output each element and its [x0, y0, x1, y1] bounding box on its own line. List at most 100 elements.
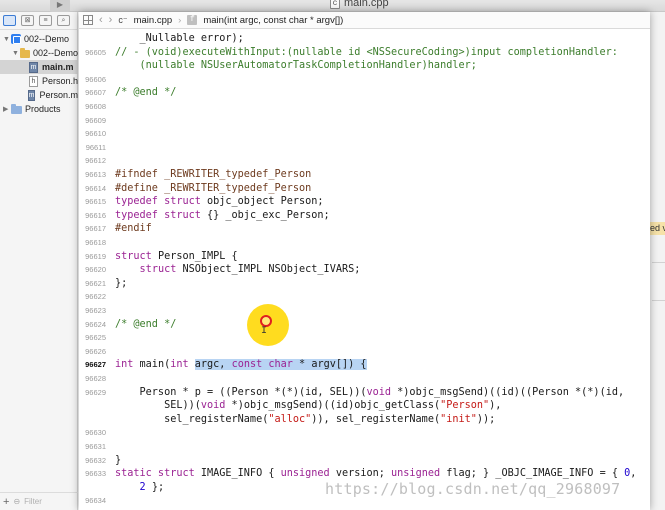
code-token: main( — [133, 359, 171, 371]
line-number: 96612 — [85, 156, 106, 166]
code-line[interactable]: 96619 struct Person_IMPL { — [79, 250, 650, 263]
background-window-edge — [650, 12, 665, 510]
code-keyword: unsigned — [391, 468, 441, 480]
code-line[interactable]: 96611 — [79, 141, 650, 154]
code-line[interactable]: 96614 #define _REWRITER_typedef_Person — [79, 182, 650, 195]
symbol-navigator-tab-icon[interactable]: ≡ — [39, 15, 52, 26]
code-text: int main(int argc, const char * argv[]) … — [115, 358, 367, 371]
code-line[interactable]: 96630 — [79, 426, 650, 439]
jump-bar-symbol[interactable]: main(int argc, const char * argv[]) — [203, 15, 343, 26]
code-line[interactable]: 96610 — [79, 127, 650, 140]
line-number: 96623 — [85, 306, 106, 315]
code-preprocessor: #endif — [115, 223, 152, 235]
navigator-item[interactable]: ▶ Products — [0, 102, 78, 116]
code-line[interactable]: 96615 typedef struct objc_object Person; — [79, 195, 650, 208]
code-line[interactable]: 96612 — [79, 154, 650, 167]
code-line[interactable]: 96626 — [79, 345, 650, 358]
disclosure-closed-icon[interactable]: ▶ — [3, 105, 11, 113]
code-text: static struct IMAGE_INFO { unsigned vers… — [115, 467, 636, 480]
navigator-item[interactable]: m Person.m — [0, 88, 78, 102]
code-string: "alloc" — [268, 413, 312, 425]
code-line[interactable]: 96613 #ifndef _REWRITER_typedef_Person — [79, 168, 650, 181]
code-token: {} _objc_exc_Person; — [200, 209, 330, 221]
code-text: 2 }; — [115, 481, 165, 494]
code-keyword: const char — [231, 359, 293, 371]
code-text: /* @end */ — [115, 318, 176, 331]
code-line[interactable]: 96607 /* @end */ — [79, 86, 650, 99]
line-number: 96630 — [85, 428, 106, 438]
code-line[interactable]: 96622 — [79, 290, 650, 303]
code-area[interactable]: _Nullable error); 96605 // - (void)execute… — [79, 30, 650, 510]
line-number: 96626 — [85, 346, 106, 356]
window-title-text: main.cpp — [344, 0, 389, 9]
navigator-item[interactable]: h Person.h — [0, 74, 78, 88]
code-line[interactable]: 96633 static struct IMAGE_INFO { unsigned… — [79, 467, 650, 480]
code-text: }; — [115, 277, 127, 290]
code-line[interactable]: 96606 — [79, 73, 650, 86]
code-keyword: static struct — [115, 468, 195, 480]
navigator-item[interactable]: ▼ 002--Demo — [0, 32, 78, 46]
code-line[interactable]: 96605 // - (void)executeWithInput:(nullab… — [79, 46, 650, 59]
products-folder-icon — [11, 104, 22, 114]
code-line[interactable]: (nullable NSUserAutomatorTaskCompletionH… — [79, 59, 650, 72]
navigator-item[interactable]: m main.m — [0, 60, 78, 74]
code-line[interactable]: 96623 — [79, 304, 650, 317]
related-items-grid-icon[interactable] — [83, 15, 93, 25]
code-line[interactable]: SEL))(void *)objc_msgSend)((id)objc_getC… — [79, 399, 650, 412]
code-line[interactable]: 96616 typedef struct {} _objc_exc_Person; — [79, 209, 650, 222]
code-token: sel_registerName( — [115, 413, 269, 425]
navigator-item-label: Products — [25, 104, 61, 114]
cpp-file-icon: c⁻ — [118, 14, 128, 25]
code-text: SEL))(void *)objc_msgSend)((id)objc_getC… — [115, 399, 501, 412]
navigator-tabs: ⊠ ≡ ⌕ — [0, 12, 77, 30]
code-line[interactable]: 96617 #endif — [79, 222, 650, 235]
code-text: struct NSObject_IMPL NSObject_IVARS; — [115, 263, 361, 276]
forward-arrow-icon[interactable]: › — [109, 14, 113, 26]
code-comment: /* @end */ — [115, 87, 177, 99]
code-keyword: typedef struct — [115, 196, 201, 208]
code-line[interactable]: sel_registerName("alloc")), sel_register… — [79, 413, 650, 426]
jump-bar-file[interactable]: main.cpp — [134, 15, 173, 26]
code-string: "init" — [440, 413, 477, 425]
line-number: 96625 — [85, 333, 106, 343]
line-number: 96616 — [85, 210, 106, 220]
header-file-icon: h — [28, 75, 38, 87]
code-line[interactable]: 96632} — [79, 454, 650, 467]
run-button[interactable]: ▶ — [50, 0, 70, 12]
add-file-button[interactable]: + — [3, 496, 9, 508]
code-line[interactable]: 96628 — [79, 372, 650, 385]
code-line[interactable]: 96621}; — [79, 277, 650, 290]
line-number: 96634 — [85, 496, 106, 506]
disclosure-open-icon[interactable]: ▼ — [3, 36, 11, 43]
back-arrow-icon[interactable]: ‹ — [99, 14, 103, 26]
navigator-footer: + ⊖ Filter — [0, 492, 78, 510]
folder-icon — [19, 48, 30, 58]
line-number: 96622 — [85, 292, 106, 302]
source-control-tab-icon[interactable]: ⊠ — [21, 15, 34, 26]
code-line[interactable]: 96624 /* @end */ — [79, 318, 650, 331]
line-number: 96628 — [85, 374, 106, 383]
code-line[interactable]: 96618 — [79, 236, 650, 249]
code-token: SEL))( — [115, 400, 201, 412]
code-line[interactable]: 96608 — [79, 100, 650, 113]
code-line[interactable]: _Nullable error); — [79, 32, 650, 45]
code-text: _Nullable error); — [115, 32, 244, 45]
find-navigator-tab-icon[interactable]: ⌕ — [57, 15, 70, 26]
code-token: version; — [329, 468, 392, 480]
code-line[interactable]: 96629 Person * p = ((Person *(*)(id, SEL… — [79, 386, 650, 399]
code-line[interactable]: 96627 int main(int argc, const char * arg… — [79, 358, 650, 371]
code-token: , — [630, 468, 637, 480]
code-line[interactable]: 96625 — [79, 331, 650, 344]
project-navigator-tab-icon[interactable] — [3, 15, 16, 26]
filter-input[interactable]: Filter — [24, 497, 42, 506]
line-number: 96617 — [85, 224, 106, 234]
code-line[interactable]: 96620 struct NSObject_IMPL NSObject_IVAR… — [79, 263, 650, 276]
navigator-item[interactable]: ▼ 002--Demo — [0, 46, 78, 60]
code-line[interactable]: 96631 — [79, 440, 650, 453]
code-line[interactable]: 96609 — [79, 114, 650, 127]
code-text: #define _REWRITER_typedef_Person — [115, 182, 311, 195]
navigator-item-label: Person.h — [41, 76, 78, 86]
code-text: #endif — [115, 222, 152, 235]
code-text: (nullable NSUserAutomatorTaskCompletionH… — [115, 59, 477, 72]
disclosure-open-icon[interactable]: ▼ — [12, 50, 20, 57]
